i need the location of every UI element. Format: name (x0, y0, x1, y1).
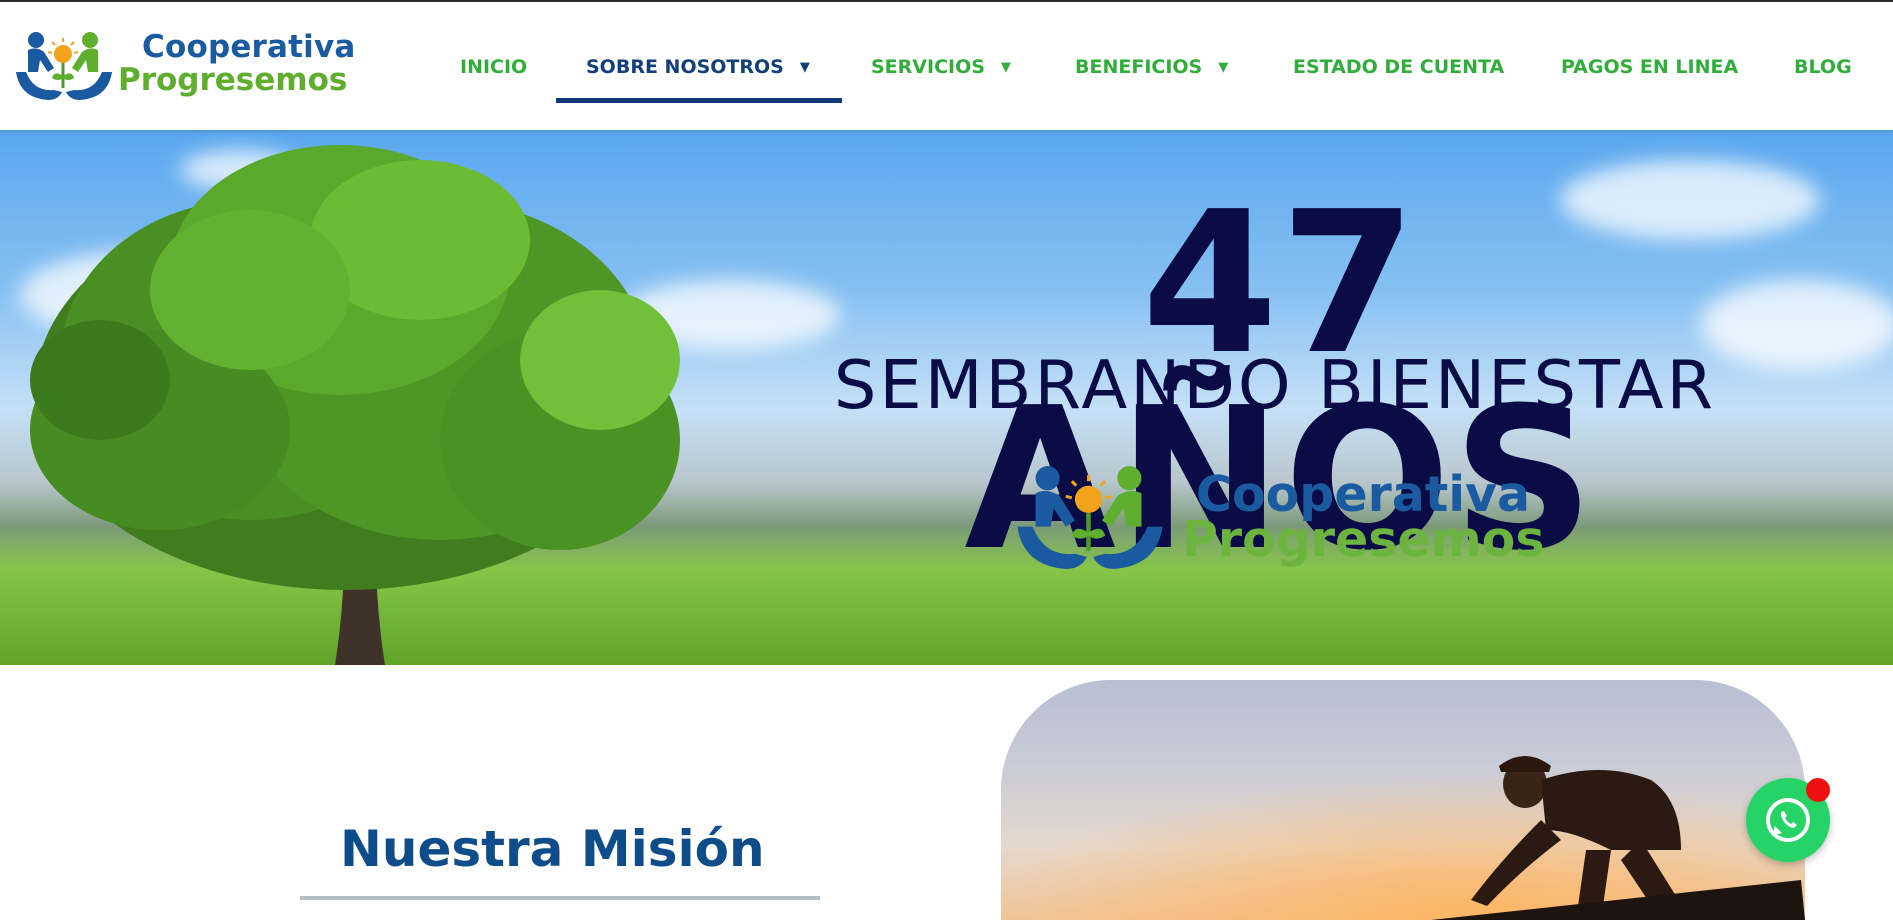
notification-badge (1806, 778, 1830, 802)
nav-item-sobre-nosotros[interactable]: SOBRE NOSOTROS ▼ (586, 56, 810, 78)
hero-logo-text-line2: Progresemos (1182, 511, 1545, 568)
main-navigation: INICIO SOBRE NOSOTROS ▼ SERVICIOS ▼ BENEFI… (0, 2, 1893, 130)
nav-item-label: PAGOS EN LINEA (1561, 56, 1739, 78)
nav-item-pagos-en-linea[interactable]: PAGOS EN LINEA (1561, 56, 1738, 78)
tree-illustration (30, 145, 680, 665)
nav-item-label: SOBRE NOSOTROS (586, 56, 784, 78)
caret-down-icon: ▼ (1000, 60, 1011, 75)
cooperative-hands-logo-icon (1017, 466, 1163, 569)
mission-photo (1001, 680, 1805, 920)
nav-item-label: BLOG (1794, 56, 1852, 78)
caret-down-icon: ▼ (799, 60, 810, 75)
mission-title: Nuestra Misión (340, 820, 765, 878)
hero-banner: 47 AÑOS SEMBRANDO BIENESTAR Cooperativa … (0, 130, 1893, 665)
site-header: Cooperativa Progresemos INICIO SOBRE NOS… (0, 2, 1893, 130)
nav-item-beneficios[interactable]: BENEFICIOS ▼ (1075, 56, 1228, 78)
section-divider (300, 896, 820, 900)
hero-subtitle: SEMBRANDO BIENESTAR (833, 346, 1717, 424)
nav-item-label: ESTADO DE CUENTA (1293, 56, 1505, 78)
nav-item-servicios[interactable]: SERVICIOS ▼ (871, 56, 1011, 78)
nav-item-label: INICIO (460, 56, 528, 78)
nav-item-estado-de-cuenta[interactable]: ESTADO DE CUENTA (1293, 56, 1504, 78)
worker-silhouette-image (1001, 680, 1805, 920)
active-nav-underline (556, 98, 842, 103)
nav-item-label: SERVICIOS (871, 56, 985, 78)
nav-item-blog[interactable]: BLOG (1794, 56, 1852, 78)
nav-item-inicio[interactable]: INICIO (460, 56, 527, 78)
nav-item-label: BENEFICIOS (1075, 56, 1203, 78)
hero-logo: Cooperativa Progresemos (1010, 460, 1545, 580)
caret-down-icon: ▼ (1218, 60, 1229, 75)
